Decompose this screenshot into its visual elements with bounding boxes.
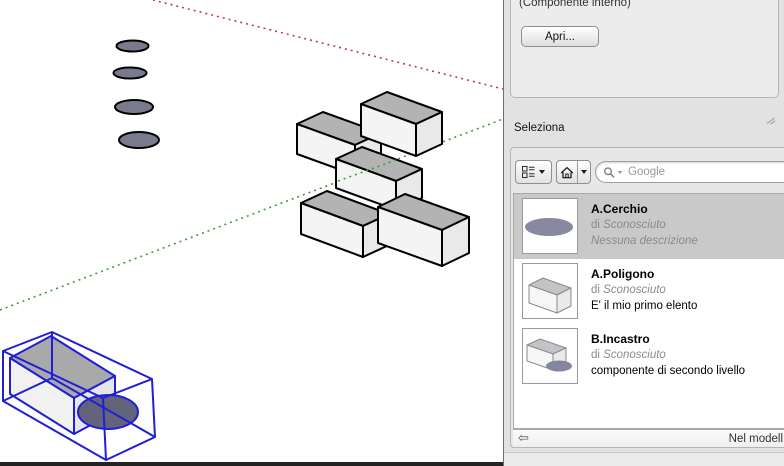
resize-handle-icon[interactable] bbox=[766, 116, 776, 125]
component-thumbnail bbox=[522, 328, 578, 384]
panel-bottom-edge bbox=[504, 452, 784, 466]
author-prefix: di bbox=[591, 284, 600, 296]
component-description: Nessuna descrizione bbox=[591, 233, 698, 249]
author-name: Sconosciuto bbox=[603, 219, 666, 231]
box-thumbnail-graphic bbox=[523, 264, 577, 318]
browser-footer: ⇦ Nel modell bbox=[513, 429, 784, 448]
box-component[interactable] bbox=[378, 194, 469, 266]
home-split-button bbox=[556, 160, 591, 184]
circle-component[interactable] bbox=[115, 100, 153, 114]
components-panel: (Componente interno) Apri... Seleziona bbox=[503, 0, 784, 466]
component-meta: A.Poligono di Sconosciuto E' il mio prim… bbox=[591, 266, 697, 314]
author-name: Sconosciuto bbox=[603, 349, 666, 361]
home-button[interactable] bbox=[557, 161, 577, 183]
scene-canvas bbox=[0, 0, 503, 466]
selected-component[interactable] bbox=[3, 332, 155, 460]
search-input[interactable] bbox=[624, 165, 784, 179]
component-list: A.Cerchio di Sconosciuto Nessuna descriz… bbox=[513, 193, 784, 429]
component-row-b-incastro[interactable]: B.Incastro di Sconosciuto componente di … bbox=[514, 324, 784, 389]
circle-components[interactable] bbox=[114, 41, 160, 149]
component-meta: A.Cerchio di Sconosciuto Nessuna descriz… bbox=[591, 201, 698, 249]
component-row-a-cerchio[interactable]: A.Cerchio di Sconosciuto Nessuna descriz… bbox=[514, 194, 784, 259]
search-icon bbox=[603, 166, 616, 179]
browser-toolbar bbox=[511, 148, 784, 193]
component-thumbnail bbox=[522, 198, 578, 254]
author-name: Sconosciuto bbox=[603, 284, 666, 296]
component-author: di Sconosciuto bbox=[591, 347, 745, 363]
component-author: di Sconosciuto bbox=[591, 217, 698, 233]
author-prefix: di bbox=[591, 349, 600, 361]
home-dropdown-button[interactable] bbox=[577, 161, 591, 183]
component-name: A.Poligono bbox=[591, 266, 697, 282]
open-button[interactable]: Apri... bbox=[521, 26, 599, 47]
back-arrow-icon[interactable]: ⇦ bbox=[518, 431, 529, 446]
model-viewport[interactable] bbox=[0, 0, 503, 466]
box-components[interactable] bbox=[297, 92, 469, 266]
component-meta: B.Incastro di Sconosciuto componente di … bbox=[591, 331, 745, 379]
circle-thumbnail-graphic bbox=[523, 199, 577, 253]
select-section-label: Seleziona bbox=[514, 122, 565, 134]
box-ellipse-thumbnail-graphic bbox=[523, 329, 577, 383]
list-view-icon bbox=[522, 166, 535, 178]
circle-component[interactable] bbox=[119, 132, 159, 148]
view-options-button[interactable] bbox=[515, 160, 552, 184]
search-scope-chevron-icon bbox=[618, 171, 622, 174]
component-row-a-poligono[interactable]: A.Poligono di Sconosciuto E' il mio prim… bbox=[514, 259, 784, 324]
home-icon bbox=[560, 166, 574, 179]
component-name: A.Cerchio bbox=[591, 201, 698, 217]
sketchup-window: (Componente interno) Apri... Seleziona bbox=[0, 0, 784, 466]
search-field[interactable] bbox=[595, 161, 784, 183]
component-description: componente di secondo livello bbox=[591, 363, 745, 379]
viewport-bottom-edge bbox=[0, 462, 503, 466]
chevron-down-icon bbox=[539, 170, 545, 174]
component-browser: A.Cerchio di Sconosciuto Nessuna descriz… bbox=[510, 147, 784, 448]
author-prefix: di bbox=[591, 219, 600, 231]
internal-component-section: (Componente interno) Apri... bbox=[510, 0, 779, 98]
in-model-label: Nel modell bbox=[729, 433, 783, 445]
component-author: di Sconosciuto bbox=[591, 282, 697, 298]
circle-component[interactable] bbox=[114, 68, 147, 79]
circle-component[interactable] bbox=[117, 41, 149, 52]
red-axis-line bbox=[153, 0, 503, 89]
internal-component-label: (Componente interno) bbox=[519, 0, 631, 9]
chevron-down-icon bbox=[581, 170, 587, 174]
component-name: B.Incastro bbox=[591, 331, 745, 347]
component-thumbnail bbox=[522, 263, 578, 319]
component-description: E' il mio primo elento bbox=[591, 298, 697, 314]
